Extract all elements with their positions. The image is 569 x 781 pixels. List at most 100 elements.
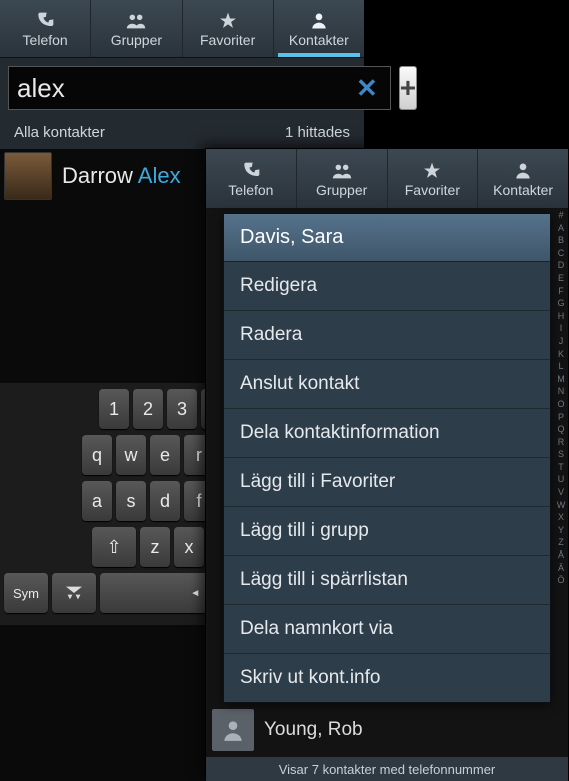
tab-phone-label: Telefon [23, 32, 68, 48]
status-footer: Visar 7 kontakter med telefonnummer [206, 757, 568, 781]
context-menu: Davis, Sara RedigeraRaderaAnslut kontakt… [223, 213, 551, 703]
list-item[interactable]: Young, Rob [206, 703, 554, 757]
key-2[interactable]: 2 [133, 389, 163, 429]
alpha-index-letter[interactable]: Z [554, 536, 568, 549]
alpha-index-letter[interactable]: W [554, 499, 568, 512]
groups-icon [125, 10, 147, 32]
tab-phone[interactable]: Telefon [0, 0, 91, 57]
alpha-index-letter[interactable]: Å [554, 549, 568, 562]
key-q[interactable]: q [82, 435, 112, 475]
alpha-index-letter[interactable]: J [554, 335, 568, 348]
alphabet-index[interactable]: #ABCDEFGHIJKLMNOPQRSTUVWXYZÅÄÖ [554, 209, 568, 587]
tab-groups[interactable]: Grupper [91, 0, 182, 57]
tab-contacts-label-front: Kontakter [493, 182, 553, 198]
tab-phone-label-front: Telefon [228, 182, 273, 198]
filter-bar[interactable]: Alla kontakter 1 hittades [0, 118, 364, 149]
tab-bar-back: Telefon Grupper Favoriter Kontakter [0, 0, 364, 58]
tab-contacts-front[interactable]: Kontakter [478, 149, 568, 208]
alpha-index-letter[interactable]: U [554, 473, 568, 486]
alpha-index-letter[interactable]: A [554, 222, 568, 235]
context-menu-item[interactable]: Skriv ut kont.info [224, 654, 550, 702]
tab-contacts[interactable]: Kontakter [274, 0, 364, 57]
alpha-index-letter[interactable]: F [554, 285, 568, 298]
add-contact-button[interactable]: + [399, 66, 417, 110]
avatar [4, 152, 52, 200]
context-menu-item[interactable]: Anslut kontakt [224, 360, 550, 409]
key-z[interactable]: z [140, 527, 170, 567]
plus-icon: + [400, 72, 416, 104]
alpha-index-letter[interactable]: N [554, 385, 568, 398]
alpha-index-letter[interactable]: M [554, 373, 568, 386]
context-menu-item[interactable]: Redigera [224, 262, 550, 311]
status-footer-text: Visar 7 kontakter med telefonnummer [279, 762, 496, 777]
phone-icon [35, 10, 55, 32]
tab-favorites-label-front: Favoriter [405, 182, 460, 198]
tab-bar-front: Telefon Grupper Favoriter Kontakter [206, 149, 568, 209]
search-bar: ✕ + [0, 58, 364, 118]
tab-contacts-label: Kontakter [289, 32, 349, 48]
alpha-index-letter[interactable]: K [554, 348, 568, 361]
alpha-index-letter[interactable]: D [554, 259, 568, 272]
groups-icon [331, 160, 353, 182]
shift-icon: ⇧ [106, 537, 121, 558]
tab-phone-front[interactable]: Telefon [206, 149, 297, 208]
alpha-index-letter[interactable]: T [554, 461, 568, 474]
contact-icon [309, 10, 329, 32]
alpha-index-letter[interactable]: Ö [554, 574, 568, 587]
context-menu-item[interactable]: Lägg till i spärrlistan [224, 556, 550, 605]
key-x[interactable]: x [174, 527, 204, 567]
contacts-app-front: Telefon Grupper Favoriter Kontakter [205, 148, 568, 780]
phone-icon [241, 160, 261, 182]
alpha-index-letter[interactable]: Ä [554, 562, 568, 575]
context-menu-item[interactable]: Lägg till i Favoriter [224, 458, 550, 507]
alpha-index-letter[interactable]: Q [554, 423, 568, 436]
alpha-index-letter[interactable]: I [554, 322, 568, 335]
clear-search-icon[interactable]: ✕ [352, 73, 382, 104]
tab-favorites-front[interactable]: Favoriter [388, 149, 479, 208]
alpha-index-letter[interactable]: B [554, 234, 568, 247]
alpha-index-letter[interactable]: Y [554, 524, 568, 537]
result-surname: Darrow [62, 163, 138, 188]
key-w[interactable]: w [116, 435, 146, 475]
context-menu-item[interactable]: Radera [224, 311, 550, 360]
result-highlight: Alex [138, 163, 181, 188]
key-sym[interactable]: Sym [4, 573, 48, 613]
alpha-index-letter[interactable]: G [554, 297, 568, 310]
key-shift[interactable]: ⇧ [92, 527, 136, 567]
star-icon [422, 160, 442, 182]
alpha-index-letter[interactable]: H [554, 310, 568, 323]
tab-groups-front[interactable]: Grupper [297, 149, 388, 208]
key-e[interactable]: e [150, 435, 180, 475]
alpha-index-letter[interactable]: C [554, 247, 568, 260]
result-count: 1 hittades [285, 124, 350, 141]
context-menu-item[interactable]: Dela namnkort via [224, 605, 550, 654]
alpha-index-letter[interactable]: O [554, 398, 568, 411]
context-menu-header: Davis, Sara [224, 214, 550, 262]
result-name: Darrow Alex [62, 163, 181, 189]
key-d[interactable]: d [150, 481, 180, 521]
alpha-index-letter[interactable]: S [554, 448, 568, 461]
key-input-mode[interactable] [52, 573, 96, 613]
search-input[interactable] [17, 73, 352, 104]
key-3[interactable]: 3 [167, 389, 197, 429]
key-1[interactable]: 1 [99, 389, 129, 429]
tab-groups-label-front: Grupper [316, 182, 367, 198]
key-a[interactable]: a [82, 481, 112, 521]
alpha-index-letter[interactable]: V [554, 486, 568, 499]
alpha-index-letter[interactable]: L [554, 360, 568, 373]
alpha-index-letter[interactable]: E [554, 272, 568, 285]
contact-name: Young, Rob [264, 719, 363, 741]
context-menu-item[interactable]: Dela kontaktinformation [224, 409, 550, 458]
tab-favorites-label: Favoriter [200, 32, 255, 48]
tab-favorites[interactable]: Favoriter [183, 0, 274, 57]
context-menu-item[interactable]: Lägg till i grupp [224, 507, 550, 556]
filter-label: Alla kontakter [14, 124, 105, 141]
alpha-index-letter[interactable]: # [554, 209, 568, 222]
alpha-index-letter[interactable]: R [554, 436, 568, 449]
alpha-index-letter[interactable]: X [554, 511, 568, 524]
lang-arrow-left-icon: ◄ [190, 588, 200, 599]
contact-icon [513, 160, 533, 182]
key-s[interactable]: s [116, 481, 146, 521]
alpha-index-letter[interactable]: P [554, 411, 568, 424]
star-icon [218, 10, 238, 32]
